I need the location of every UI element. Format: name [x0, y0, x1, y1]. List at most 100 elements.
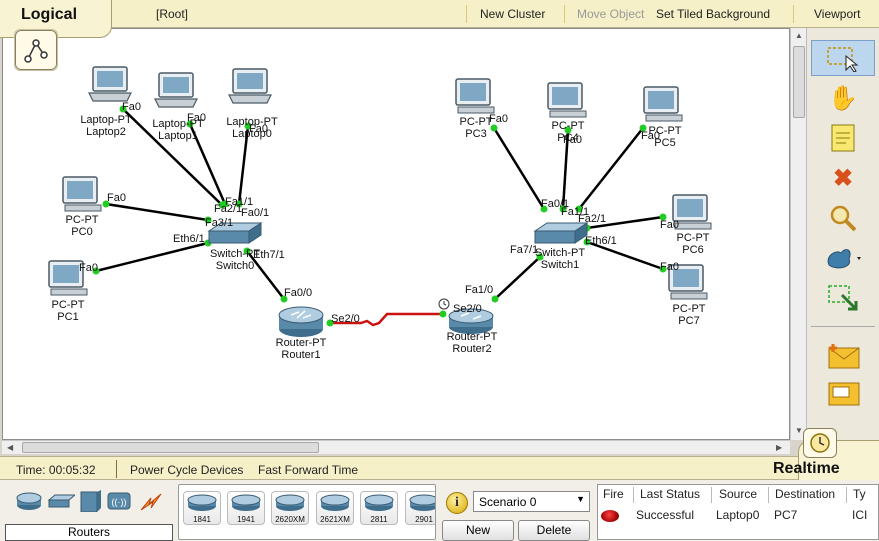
move-object-button[interactable]: Move Object	[577, 7, 644, 21]
port-label: Fa0	[563, 134, 582, 146]
inspect-tool[interactable]	[811, 200, 875, 236]
switch-icons	[207, 222, 589, 244]
select-tool[interactable]	[811, 40, 875, 76]
device-type: Router-PT	[275, 337, 327, 349]
destination-cell: PC7	[774, 508, 798, 522]
scroll-left-icon[interactable]: ◀	[7, 443, 13, 452]
realtime-mode-label: Realtime	[773, 460, 840, 477]
pc1-device[interactable]: PC-PT PC1	[33, 299, 103, 323]
realtime-clock-icon[interactable]	[803, 428, 837, 458]
column-header[interactable]: Destination	[775, 487, 835, 501]
scenario-panel: i Scenario 0 ▼ New Delete	[440, 484, 594, 541]
model-item[interactable]: 1841	[183, 491, 221, 537]
device-name: Switch0	[215, 260, 255, 272]
model-item[interactable]: 1941	[227, 491, 265, 537]
separator	[793, 5, 794, 23]
resize-shape-tool[interactable]	[811, 280, 875, 316]
device-name: PC6	[682, 244, 704, 256]
viewport-button[interactable]: Viewport	[814, 7, 860, 21]
set-tiled-background-button[interactable]: Set Tiled Background	[656, 7, 770, 21]
delete-tool[interactable]: ✖	[811, 160, 875, 196]
place-note-tool[interactable]	[811, 120, 875, 156]
fast-forward-time-button[interactable]: Fast Forward Time	[258, 463, 358, 477]
link-pc1-switch0	[95, 241, 209, 273]
model-label: 1941	[237, 515, 255, 524]
port-label: Fa1/0	[465, 284, 494, 296]
pdu-list-table: Fire Last Status Source Destination Ty S…	[597, 484, 879, 540]
device-type: PC-PT	[676, 232, 710, 244]
pc6-device[interactable]: PC-PT PC6	[658, 232, 728, 256]
port-label: Fa0/0	[284, 287, 313, 299]
separator	[633, 487, 634, 503]
wireless-category-icon[interactable]: ((·))	[105, 490, 133, 512]
last-status-cell: Successful	[636, 508, 695, 522]
model-item[interactable]: 2811	[360, 491, 398, 537]
device-category-label: Routers	[5, 524, 173, 541]
device-name: PC7	[678, 315, 700, 327]
device-name: Router2	[452, 343, 492, 355]
note-icon	[831, 124, 855, 152]
add-simple-pdu-tool[interactable]	[811, 338, 875, 374]
port-label: Eth6/1	[173, 233, 205, 245]
port-label: Fa0	[660, 261, 679, 273]
pc0-device[interactable]: PC-PT PC0	[47, 214, 117, 238]
new-scenario-button[interactable]: New	[442, 520, 514, 541]
scroll-down-icon[interactable]: ▼	[795, 426, 803, 435]
horizontal-scrollbar[interactable]: ◀ ▶	[2, 440, 790, 454]
pc7-device[interactable]: PC-PT PC7	[654, 303, 724, 327]
power-cycle-devices-button[interactable]: Power Cycle Devices	[130, 463, 243, 477]
model-item[interactable]: 2620XM	[271, 491, 309, 537]
column-header[interactable]: Ty	[853, 487, 866, 501]
complex-pdu-icon	[828, 382, 860, 406]
resize-icon	[828, 285, 858, 311]
info-icon[interactable]: i	[446, 492, 468, 514]
scroll-right-icon[interactable]: ▶	[776, 443, 782, 452]
port-label: Fa0	[249, 123, 268, 135]
topology-canvas[interactable]: Laptop-PT Laptop2 Laptop-PT Laptop1 Laptop…	[2, 28, 790, 440]
device-type: PC-PT	[65, 214, 99, 226]
device-type: PC-PT	[672, 303, 706, 315]
draw-shape-tool[interactable]	[811, 240, 875, 276]
scroll-thumb[interactable]	[793, 46, 805, 118]
separator	[711, 487, 712, 503]
column-header[interactable]: Source	[719, 487, 757, 501]
hub-category-icon[interactable]	[77, 490, 105, 512]
switch-category-icon[interactable]	[47, 490, 75, 512]
column-header[interactable]: Fire	[603, 487, 624, 501]
device-categories: ((·)) Routers	[3, 484, 175, 541]
laptop-icons	[88, 66, 272, 108]
router2-device[interactable]: Router-PT Router2	[437, 331, 507, 355]
laptop2-device[interactable]: Laptop-PT Laptop2	[71, 114, 141, 138]
vertical-scrollbar[interactable]: ▲ ▼	[790, 28, 806, 440]
delete-icon: ✖	[832, 164, 854, 192]
scenario-selected: Scenario 0	[479, 495, 537, 509]
device-type: PC-PT	[551, 120, 585, 132]
root-breadcrumb[interactable]: [Root]	[156, 7, 188, 21]
add-complex-pdu-tool[interactable]	[811, 376, 875, 412]
model-label: 2811	[370, 515, 388, 524]
device-name: Router1	[281, 349, 321, 361]
move-layout-tool[interactable]: ✋	[811, 80, 875, 116]
router-category-icon[interactable]	[15, 490, 43, 512]
port-label: Fa0	[79, 262, 98, 274]
router1-device[interactable]: Router-PT Router1	[266, 337, 336, 361]
model-item[interactable]: 2621XM	[316, 491, 354, 537]
chevron-down-icon: ▼	[576, 494, 585, 504]
fire-indicator-icon[interactable]	[601, 510, 619, 522]
scenario-select[interactable]: Scenario 0 ▼	[473, 491, 590, 512]
scroll-up-icon[interactable]: ▲	[795, 31, 803, 40]
model-label: 2621XM	[320, 515, 350, 524]
delete-scenario-button[interactable]: Delete	[518, 520, 590, 541]
scroll-thumb[interactable]	[22, 442, 319, 453]
time-status-bar: Time: 00:05:32 Power Cycle Devices Fast …	[0, 456, 879, 480]
connections-category-icon[interactable]	[137, 490, 165, 512]
new-cluster-button[interactable]: New Cluster	[480, 7, 545, 21]
model-item[interactable]: 2901	[405, 491, 435, 537]
port-label: Fa0	[489, 113, 508, 125]
device-type: Router-PT	[446, 331, 498, 343]
logical-topology-icon[interactable]	[14, 29, 58, 71]
model-label: 2901	[415, 515, 433, 524]
shape-icon	[827, 249, 861, 269]
column-header[interactable]: Last Status	[640, 487, 700, 501]
port-label: Fa0	[641, 130, 660, 142]
